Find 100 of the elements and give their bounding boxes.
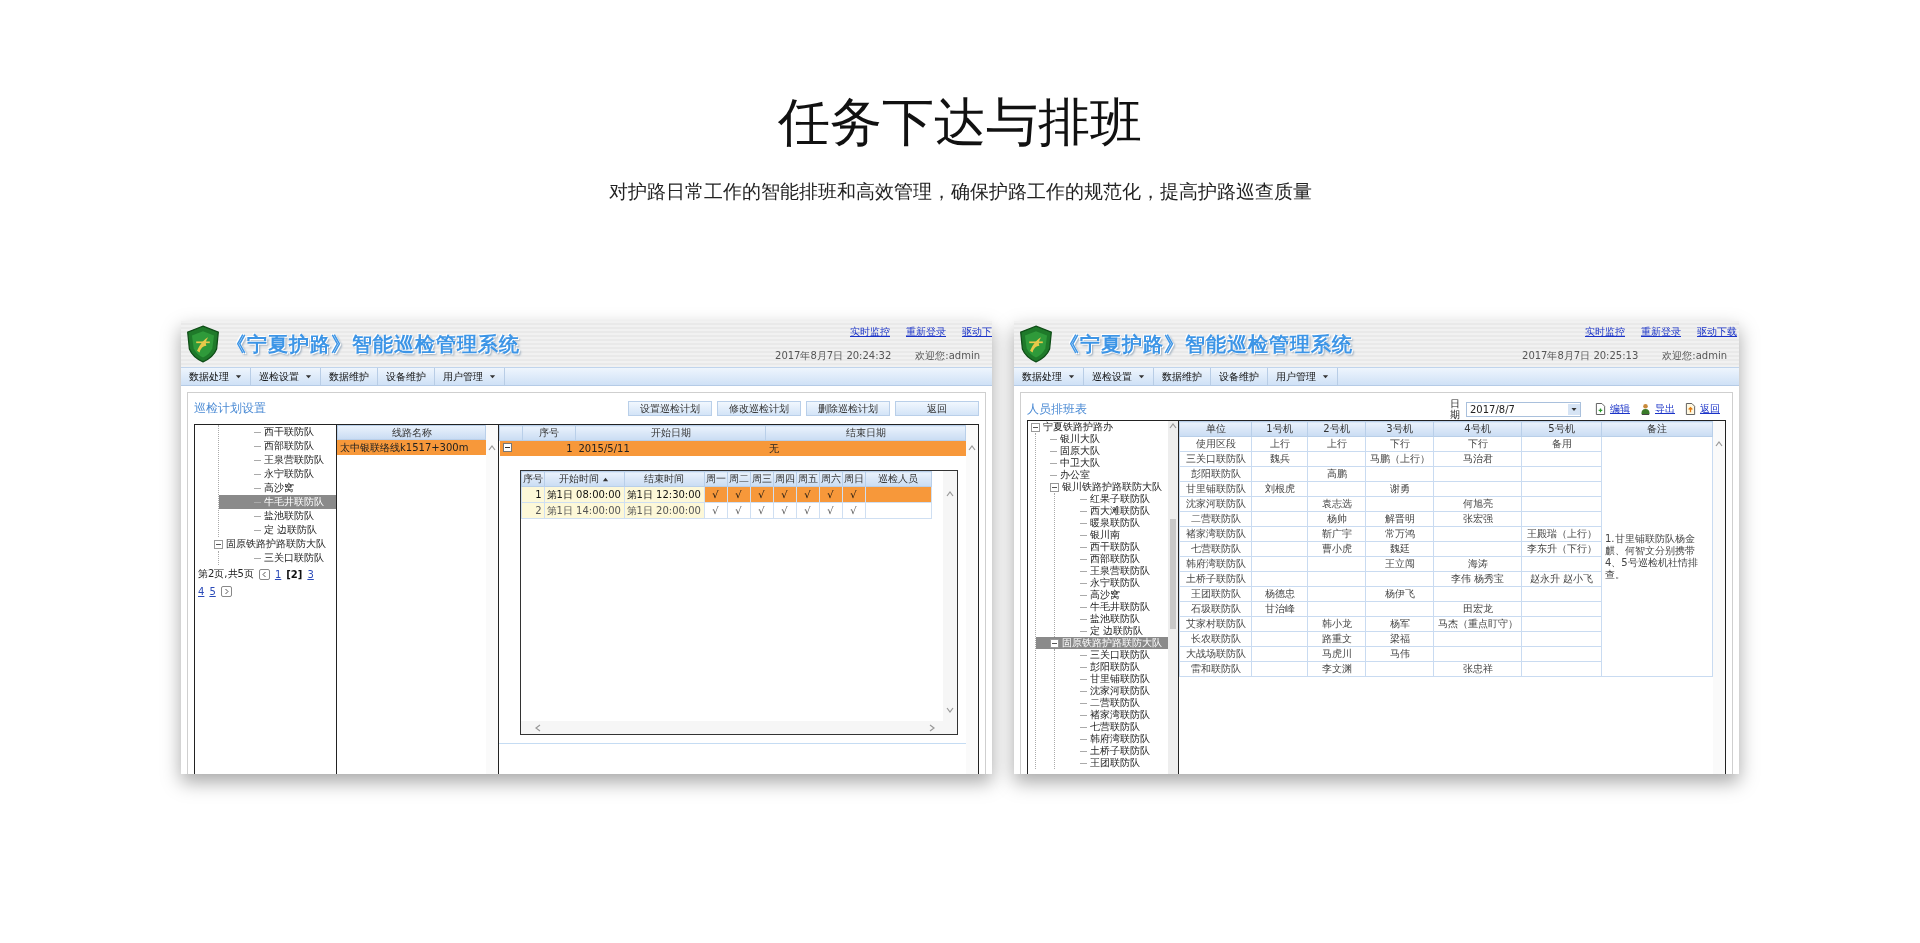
collapse-icon[interactable] [502, 443, 512, 452]
column-header[interactable]: 周四 [773, 471, 796, 487]
menu-item[interactable]: 数据维护 [321, 368, 378, 385]
column-header[interactable]: 周五 [796, 471, 819, 487]
table-row[interactable]: 1 第1日 08:00:00 第1日 12:30:00 √ √ √ √ √ √ √ [521, 486, 931, 503]
tree-item[interactable]: 永宁联防队 [219, 467, 336, 481]
tree-item[interactable]: 褚家湾联防队 [1055, 709, 1168, 721]
column-header[interactable]: 结束时间 [624, 471, 704, 487]
menu-item[interactable]: 巡检设置 [1084, 368, 1154, 385]
column-header: 2号机 [1307, 421, 1366, 437]
toolbar-button[interactable]: 删除巡检计划 [806, 400, 890, 416]
tree-item[interactable]: 七营联防队 [1055, 721, 1168, 733]
menu-item[interactable]: 用户管理 [1268, 368, 1338, 385]
page-link[interactable]: 4 [198, 586, 205, 597]
page-link[interactable]: [2] [286, 568, 303, 580]
menu-item[interactable]: 设备维护 [378, 368, 435, 385]
toolbar-button[interactable]: 设置巡检计划 [628, 400, 712, 416]
tree-item[interactable]: 牛毛井联防队 [1055, 601, 1168, 613]
menu-item[interactable]: 数据处理 [181, 368, 251, 385]
menu-item[interactable]: 巡检设置 [251, 368, 321, 385]
dropdown-icon[interactable] [1568, 403, 1580, 415]
table-row[interactable]: 2 第1日 14:00:00 第1日 20:00:00 √ √ √ √ √ √ √ [521, 502, 931, 519]
date-field[interactable]: 2017/8/7 [1466, 401, 1581, 417]
tree-item[interactable]: 定 边联防队 [1055, 625, 1168, 637]
tree-item[interactable]: 西干联防队 [1055, 541, 1168, 553]
header-link[interactable]: 驱动下载 [1697, 325, 1737, 339]
action-link[interactable]: 导出 [1640, 402, 1675, 416]
toolbar-button[interactable]: 返回 [895, 400, 979, 416]
tree-item[interactable]: 盐池联防队 [219, 509, 336, 523]
tree-item[interactable]: 三关口联防队 [219, 551, 336, 565]
tree-item[interactable]: 红果子联防队 [1055, 493, 1168, 505]
previous-page-icon[interactable] [258, 568, 270, 580]
menu-item[interactable]: 设备维护 [1211, 368, 1268, 385]
table-cell: 大战场联防队 [1179, 646, 1252, 662]
tree-item[interactable]: 高沙窝 [1055, 589, 1168, 601]
tree-item[interactable]: 高沙窝 [219, 481, 336, 495]
table-cell: 彭阳联防队 [1179, 466, 1252, 482]
tree-item[interactable]: 办公室 [1036, 469, 1168, 481]
column-header[interactable]: 周日 [842, 471, 865, 487]
scroll-up-icon[interactable] [967, 443, 977, 453]
tree-item[interactable]: 三关口联防队 [1055, 649, 1168, 661]
header-link[interactable]: 实时监控 [1585, 325, 1625, 339]
action-link[interactable]: 编辑 [1595, 402, 1630, 416]
action-link[interactable]: 返回 [1685, 402, 1720, 416]
scroll-up-icon[interactable] [1714, 439, 1724, 449]
column-header[interactable]: 周二 [727, 471, 750, 487]
tree-item[interactable]: 王团联防队 [1055, 757, 1168, 769]
column-header[interactable]: 序号 [521, 471, 544, 487]
next-page-icon[interactable] [220, 586, 232, 597]
page-link[interactable]: 5 [209, 586, 216, 597]
tree-item[interactable]: 土桥子联防队 [1055, 745, 1168, 757]
tree-item[interactable]: 盐池联防队 [1055, 613, 1168, 625]
header-link[interactable]: 重新登录 [906, 325, 946, 339]
collapse-icon[interactable] [1050, 482, 1059, 492]
collapse-icon[interactable] [214, 539, 223, 549]
tree-item[interactable]: 中卫大队 [1036, 457, 1168, 469]
scroll-up-icon[interactable] [487, 443, 497, 453]
tree-item[interactable]: 沈家河联防队 [1055, 685, 1168, 697]
tree-item[interactable]: 永宁联防队 [1055, 577, 1168, 589]
table-cell: 谢勇 [1365, 481, 1434, 497]
column-header[interactable]: 周三 [750, 471, 773, 487]
table-cell: 马杰（重点盯守） [1433, 616, 1522, 632]
column-header[interactable]: 周六 [819, 471, 842, 487]
collapse-icon[interactable] [1031, 422, 1040, 432]
menu-item[interactable]: 用户管理 [435, 368, 505, 385]
column-header[interactable]: 开始时间 [544, 471, 624, 487]
tree-item[interactable]: 王泉营联防队 [1055, 565, 1168, 577]
column-header[interactable]: 周一 [704, 471, 727, 487]
tree-item[interactable]: 暖泉联防队 [1055, 517, 1168, 529]
menu-item[interactable]: 数据维护 [1154, 368, 1211, 385]
collapse-icon[interactable] [1050, 638, 1059, 648]
tree-item[interactable]: 二营联防队 [1055, 697, 1168, 709]
scroll-down-icon[interactable] [944, 705, 955, 715]
tree-item[interactable]: 西部联防队 [219, 439, 336, 453]
tree-item[interactable]: 甘里铺联防队 [1055, 673, 1168, 685]
page-link[interactable]: 1 [274, 568, 282, 580]
menu-item[interactable]: 数据处理 [1014, 368, 1084, 385]
header-link[interactable]: 实时监控 [850, 325, 890, 339]
tree-item[interactable]: 定 边联防队 [219, 523, 336, 537]
scroll-up-icon[interactable] [944, 489, 955, 499]
toolbar-button[interactable]: 修改巡检计划 [717, 400, 801, 416]
tree-item[interactable]: 宁夏铁路护路办 [1028, 421, 1168, 433]
tree-item[interactable]: 韩府湾联防队 [1055, 733, 1168, 745]
tree-item[interactable]: 西干联防队 [219, 425, 336, 439]
tree-item[interactable]: 银川铁路护路联防大队 [1036, 481, 1168, 493]
tree-item[interactable]: 银川大队 [1036, 433, 1168, 445]
header-link[interactable]: 驱动下 [962, 325, 992, 339]
tree-item[interactable]: 固原铁路护路联防大队 [195, 537, 336, 551]
tree-item[interactable]: 西部联防队 [1055, 553, 1168, 565]
header-link[interactable]: 重新登录 [1641, 325, 1681, 339]
tree-item[interactable]: 西大滩联防队 [1055, 505, 1168, 517]
column-header[interactable]: 巡检人员 [865, 471, 931, 487]
scroll-up-icon[interactable] [1168, 421, 1178, 431]
tree-item[interactable]: 彭阳联防队 [1055, 661, 1168, 673]
tree-item[interactable]: 王泉营联防队 [219, 453, 336, 467]
tree-item[interactable]: 银川南 [1055, 529, 1168, 541]
scrollbar[interactable] [1168, 421, 1178, 774]
tree-item[interactable]: 固原大队 [1036, 445, 1168, 457]
table-row[interactable]: 太中银联络线k1517+300m [337, 440, 486, 455]
page-link[interactable]: 3 [307, 568, 314, 580]
